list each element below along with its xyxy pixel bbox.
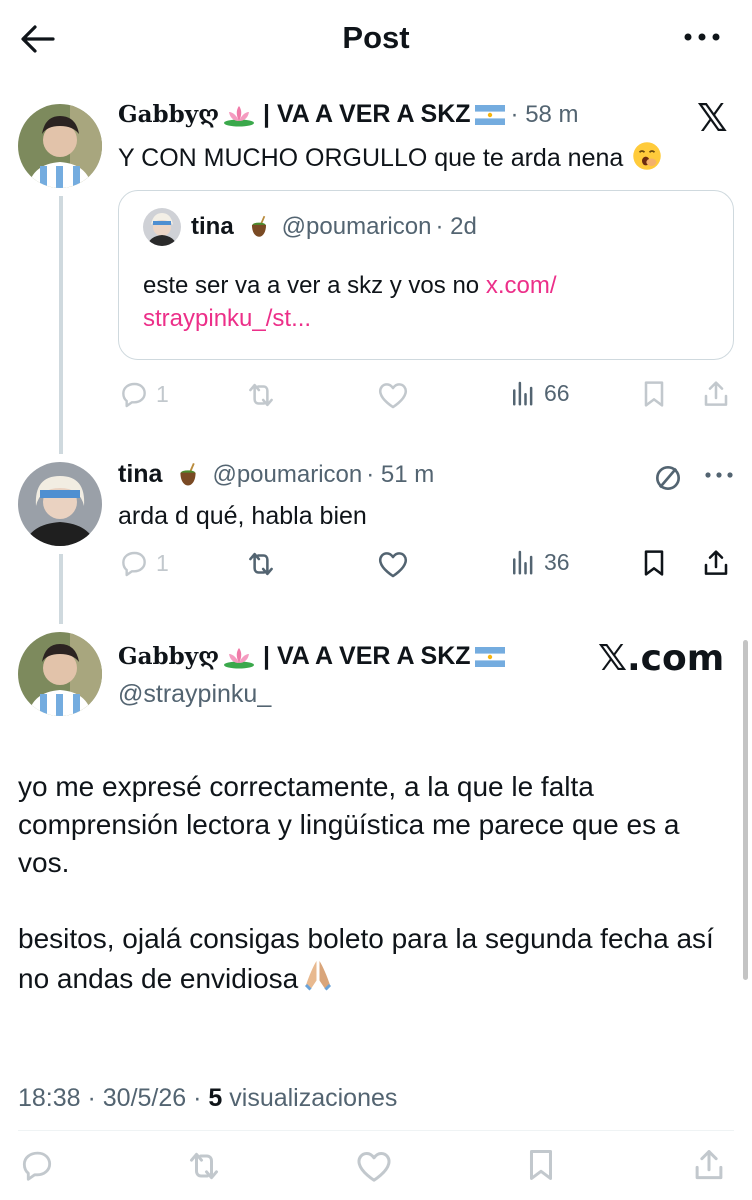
- post-time: · 2d: [435, 213, 477, 240]
- page-title: Post: [342, 20, 410, 55]
- reply-icon: [118, 378, 150, 410]
- repost-icon: [184, 1146, 224, 1186]
- timestamp[interactable]: 18:38 · 30/5/26 ·: [18, 1084, 208, 1112]
- bookmark-icon: [638, 547, 670, 579]
- reply-actions: 1 36: [118, 547, 734, 583]
- reply-count: 1: [156, 380, 169, 407]
- views-button[interactable]: 66: [508, 378, 570, 408]
- scrollbar[interactable]: [743, 640, 748, 980]
- bookmark-icon: [522, 1146, 560, 1184]
- views-label: visualizaciones: [222, 1084, 398, 1112]
- reply-icon: [118, 547, 150, 579]
- main-author[interactable]: Gabbyღ | VA A VER A SKZ: [118, 642, 505, 671]
- reply-text: arda d qué, habla bien: [118, 502, 367, 530]
- views-count: 66: [544, 379, 570, 406]
- reply-author[interactable]: tina @poumaricon · 51 m: [118, 460, 434, 489]
- avatar[interactable]: [18, 104, 102, 188]
- reply-button[interactable]: [18, 1146, 56, 1184]
- post-time[interactable]: · 51 m: [366, 461, 434, 489]
- display-name-suffix: | VA A VER A SKZ: [263, 642, 471, 670]
- quote-author: tina @poumaricon · 2d: [191, 213, 477, 241]
- bookmark-button[interactable]: [638, 378, 670, 410]
- share-button[interactable]: [690, 1146, 728, 1184]
- share-button[interactable]: [700, 547, 732, 579]
- display-name: tina: [118, 460, 163, 488]
- x-com-logo: 𝕏.com: [598, 638, 725, 679]
- repost-button[interactable]: [244, 378, 278, 412]
- like-button[interactable]: [376, 547, 410, 581]
- heart-icon: [354, 1146, 394, 1186]
- bookmark-icon: [638, 378, 670, 410]
- argentina-flag-icon: [475, 647, 505, 667]
- like-button[interactable]: [354, 1146, 394, 1186]
- handle[interactable]: @straypinku_: [118, 680, 271, 709]
- unavailable-icon[interactable]: [652, 462, 684, 494]
- repost-icon: [244, 547, 278, 581]
- post-actions: 1 66: [118, 378, 734, 414]
- views-icon: [508, 547, 538, 577]
- avatar: [143, 208, 181, 246]
- display-name: Gabbyღ: [118, 643, 220, 670]
- views-icon: [508, 378, 538, 408]
- display-name-suffix: | VA A VER A SKZ: [263, 100, 471, 128]
- like-button[interactable]: [376, 378, 410, 412]
- heart-icon: [376, 547, 410, 581]
- post-timestamp: 18:38 · 30/5/26 · 5 visualizaciones: [18, 1084, 397, 1113]
- paragraph: yo me expresé correctamente, a la que le…: [18, 771, 680, 878]
- repost-icon: [244, 378, 278, 412]
- reply-button[interactable]: 1: [118, 547, 169, 579]
- reply-icon: [18, 1146, 56, 1184]
- lotus-icon: [223, 645, 255, 669]
- quote-text: este ser va a ver a skz y vos no x.com/ …: [143, 272, 557, 332]
- display-name: tina: [191, 213, 234, 240]
- main-post-text: yo me expresé correctamente, a la que le…: [18, 768, 734, 1036]
- bookmark-button[interactable]: [522, 1146, 560, 1184]
- avatar[interactable]: [18, 462, 102, 546]
- folded-hands-icon: [300, 958, 336, 994]
- more-icon[interactable]: [682, 30, 722, 44]
- views-count: 5: [208, 1084, 223, 1112]
- display-name: Gabbyღ: [118, 101, 220, 128]
- divider: [18, 1130, 734, 1131]
- handle: @poumaricon: [281, 213, 432, 240]
- heart-icon: [376, 378, 410, 412]
- bookmark-button[interactable]: [638, 547, 670, 579]
- main-actions: [18, 1146, 734, 1182]
- quoted-post[interactable]: tina @poumaricon · 2d este ser va a ver …: [118, 190, 734, 360]
- paragraph: besitos, ojalá consigas boleto para la s…: [18, 923, 714, 994]
- post-author[interactable]: Gabbyღ | VA A VER A SKZ · 58 m: [118, 100, 579, 129]
- post-text: Y CON MUCHO ORGULLO que te arda nena: [118, 141, 662, 174]
- views-count: 36: [544, 548, 570, 575]
- reply-button[interactable]: 1: [118, 378, 169, 410]
- top-bar: Post: [0, 0, 752, 78]
- argentina-flag-icon: [475, 105, 505, 125]
- mate-icon: [174, 461, 202, 489]
- reply-count: 1: [156, 549, 169, 576]
- post-time[interactable]: · 58 m: [511, 101, 579, 129]
- more-icon[interactable]: [704, 470, 734, 480]
- handle: @poumaricon: [212, 460, 363, 488]
- views-button[interactable]: 36: [508, 547, 570, 577]
- lotus-icon: [223, 103, 255, 127]
- x-logo-icon[interactable]: 𝕏: [697, 96, 728, 140]
- yawning-face-icon: [632, 141, 662, 171]
- thread-line: [59, 196, 63, 454]
- repost-button[interactable]: [244, 547, 278, 581]
- mate-icon: [246, 214, 272, 240]
- share-button[interactable]: [700, 378, 732, 410]
- repost-button[interactable]: [184, 1146, 224, 1186]
- share-icon: [690, 1146, 728, 1184]
- avatar[interactable]: [18, 632, 102, 716]
- share-icon: [700, 547, 732, 579]
- thread-line: [59, 554, 63, 624]
- share-icon: [700, 378, 732, 410]
